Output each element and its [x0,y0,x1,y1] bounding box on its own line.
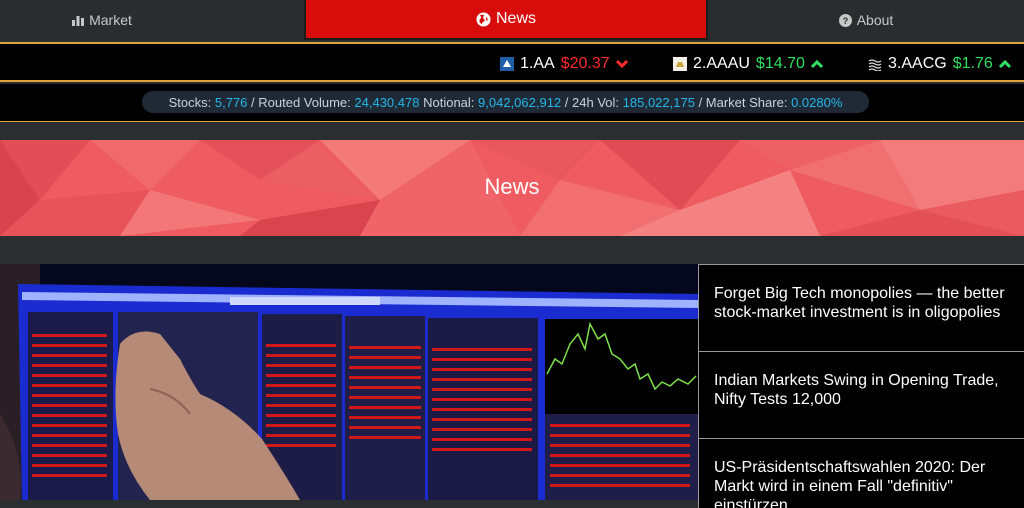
ticker-price: $1.76 [952,55,993,72]
share-label: / Market Share: [698,94,788,110]
nav-about-tab[interactable]: ? About [708,0,1024,40]
chevron-up-icon [998,59,1011,69]
vol-value: 185,022,175 [622,94,695,110]
chevron-down-icon [615,59,628,69]
nav-market-label: Market [89,12,132,28]
section-spacer [0,236,1024,264]
alcoa-logo-icon [500,57,514,71]
ticker-symbol: 3.AACG [888,55,947,72]
headline-title: US-Präsidentschaftswahlen 2020: Der Mark… [714,459,986,508]
stocks-value: 5,776 [214,94,248,110]
hero-banner: News [0,140,1024,236]
market-share-value: 0.0280% [791,94,843,110]
nav-market-tab[interactable]: Market [0,0,204,40]
bar-chart-icon [72,15,85,26]
svg-text:?: ? [842,16,848,26]
nav-news-tab[interactable]: News [304,0,708,40]
stocks-label: Stocks: [168,94,212,110]
nav-news-label: News [495,10,536,27]
ticker-price: $20.37 [560,55,610,72]
ticker-price: $14.70 [755,55,805,72]
nav-about-label: About [856,12,894,28]
headline-title: Forget Big Tech monopolies — the better … [714,285,1005,321]
featured-news-image[interactable] [0,264,698,500]
market-stats-bar: Stocks: 5,776 / Routed Volume: 24,430,47… [0,84,1024,122]
wave-logo-icon [868,59,882,71]
headline-list: Forget Big Tech monopolies — the better … [698,264,1024,508]
ticker-symbol: 2.AAAU [693,55,750,72]
globe-icon [476,11,491,27]
headline-item[interactable]: US-Präsidentschaftswahlen 2020: Der Mark… [698,438,1024,508]
gold-bar-logo-icon [673,57,687,71]
chevron-up-icon [810,59,823,69]
ticker-symbol: 1.AA [520,55,555,72]
notional-value: 9,042,062,912 [478,94,562,110]
headline-item[interactable]: Indian Markets Swing in Opening Trade, N… [698,351,1024,438]
ticker-item[interactable]: 2.AAAU $14.70 [673,54,823,74]
routed-volume-value: 24,430,478 [354,94,420,110]
vol-label: / 24h Vol: [564,94,620,110]
headline-title: Indian Markets Swing in Opening Trade, N… [714,372,999,408]
ticker-item[interactable]: 1.AA $20.37 [500,54,628,74]
routed-label: / Routed Volume: [251,94,351,110]
top-nav: Market News ? About [0,0,1024,40]
stock-ticker: 1.AA $20.37 2.AAAU $14.70 3.AACG $1.76 [0,42,1024,82]
ticker-item[interactable]: 3.AACG $1.76 [868,54,1011,74]
page-title: News [484,174,540,199]
headline-item[interactable]: Forget Big Tech monopolies — the better … [698,264,1024,351]
trading-screens-photo [0,264,698,500]
market-stats-pill: Stocks: 5,776 / Routed Volume: 24,430,47… [142,91,869,113]
question-circle-icon: ? [838,13,852,27]
notional-label: Notional: [423,94,475,110]
